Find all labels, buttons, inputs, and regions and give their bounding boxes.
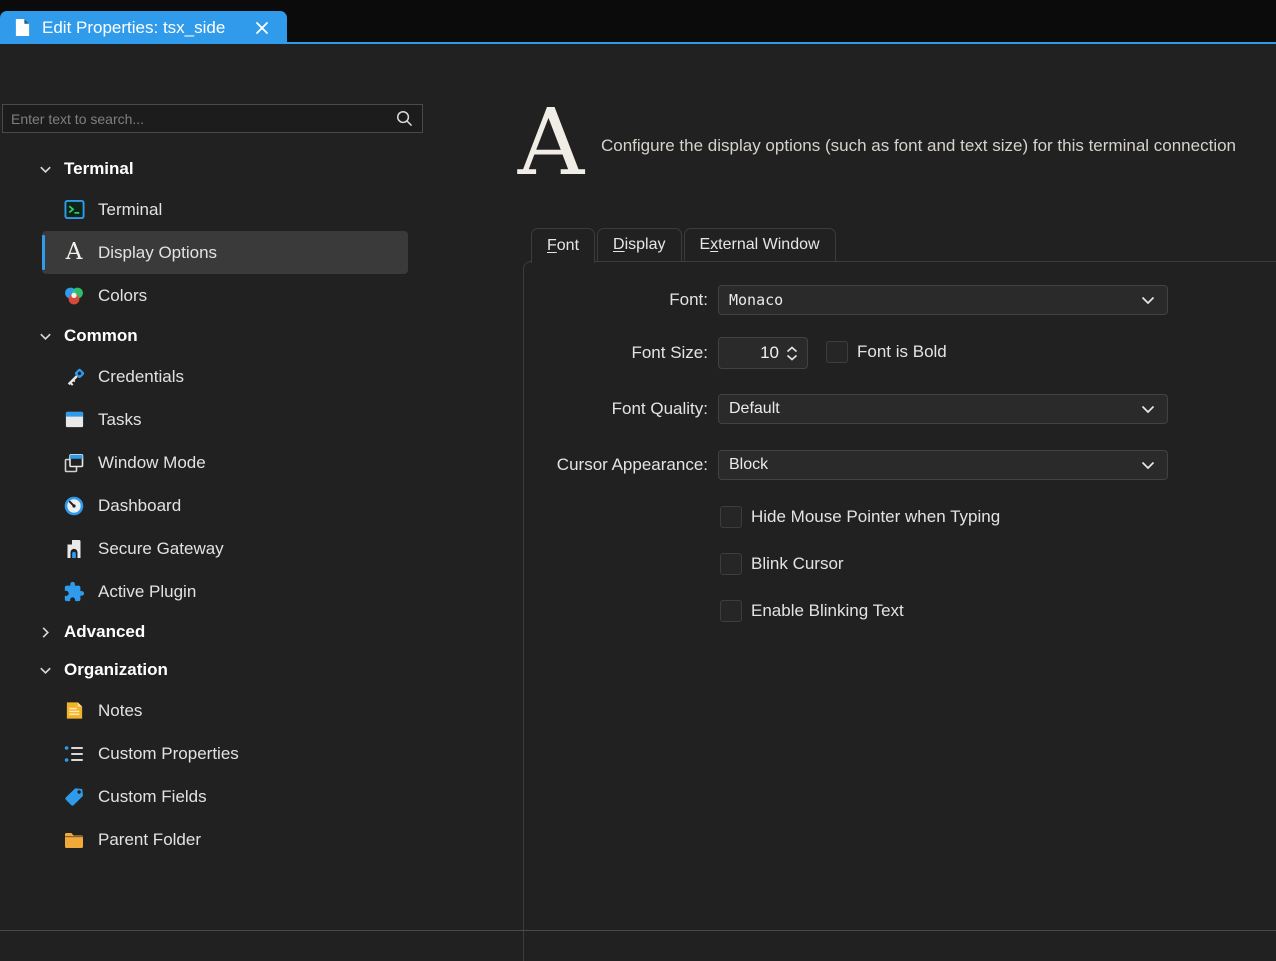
enable-blinking-text-row: Enable Blinking Text [720, 600, 904, 622]
blink-cursor-label: Blink Cursor [751, 554, 844, 573]
settings-tree: Terminal Terminal A Display Options Colo… [0, 150, 430, 861]
cursor-appearance-value: Block [729, 456, 769, 473]
sidebar-item-custom-fields[interactable]: Custom Fields [42, 775, 408, 818]
sidebar-item-tasks[interactable]: Tasks [42, 398, 408, 441]
custom-fields-icon [62, 785, 86, 809]
parent-folder-icon [62, 828, 86, 852]
sidebar-search [2, 104, 423, 133]
tree-group-organization[interactable]: Organization [0, 651, 430, 689]
tree-item-label: Active Plugin [98, 581, 197, 601]
font-quality-value: Default [729, 400, 780, 417]
sidebar-item-parent-folder[interactable]: Parent Folder [42, 818, 408, 861]
font-is-bold-label: Font is Bold [857, 342, 947, 361]
page-description: Configure the display options (such as f… [601, 136, 1237, 155]
panel-tabs: Font Display External Window [531, 228, 836, 263]
tree-item-label: Custom Properties [98, 743, 239, 763]
display-options-header-icon: A [517, 89, 585, 196]
search-input[interactable] [3, 110, 395, 127]
colors-icon [62, 284, 86, 308]
chevron-down-icon [40, 333, 51, 340]
sidebar-item-window-mode[interactable]: Window Mode [42, 441, 408, 484]
chevron-up-icon[interactable] [786, 345, 798, 353]
sidebar-item-credentials[interactable]: Credentials [42, 355, 408, 398]
tree-group-terminal[interactable]: Terminal [0, 150, 430, 188]
sidebar-item-dashboard[interactable]: Dashboard [42, 484, 408, 527]
active-plugin-icon [62, 580, 86, 604]
search-icon[interactable] [395, 109, 414, 128]
tree-group-label: Organization [64, 660, 168, 679]
cursor-appearance-select[interactable]: Block [718, 450, 1168, 480]
custom-properties-icon [62, 742, 86, 766]
tree-group-label: Terminal [64, 159, 134, 178]
tree-item-label: Window Mode [98, 452, 206, 472]
tree-group-common[interactable]: Common [0, 317, 430, 355]
tree-item-label: Parent Folder [98, 829, 201, 849]
tab-external-window[interactable]: External Window [683, 228, 836, 261]
sidebar-item-custom-properties[interactable]: Custom Properties [42, 732, 408, 775]
tree-item-label: Tasks [98, 409, 142, 429]
window-mode-icon [62, 451, 86, 475]
tree-group-label: Common [64, 326, 138, 345]
sidebar-item-display-options[interactable]: A Display Options [42, 231, 408, 274]
font-is-bold-row: Font is Bold [826, 341, 947, 363]
hide-mouse-pointer-row: Hide Mouse Pointer when Typing [720, 506, 1000, 528]
tree-item-label: Credentials [98, 366, 184, 386]
font-size-stepper[interactable]: 10 [718, 337, 808, 369]
chevron-down-icon [1141, 405, 1155, 414]
sidebar-item-terminal[interactable]: Terminal [42, 188, 408, 231]
chevron-down-icon [1141, 461, 1155, 470]
tree-item-label: Terminal [98, 199, 163, 219]
tree-item-label: Colors [98, 285, 148, 305]
tree-group-advanced[interactable]: Advanced [0, 613, 430, 651]
chevron-down-icon [1141, 296, 1155, 305]
notes-icon [62, 699, 86, 723]
close-icon[interactable] [251, 17, 273, 39]
chevron-down-icon [40, 166, 51, 173]
credentials-icon [62, 365, 86, 389]
font-select-value: Monaco [729, 291, 784, 309]
display-options-icon: A [65, 239, 83, 265]
blink-cursor-checkbox[interactable] [720, 553, 742, 575]
stepper-arrows[interactable] [786, 345, 798, 361]
document-icon [15, 19, 30, 36]
blink-cursor-row: Blink Cursor [720, 553, 844, 575]
tree-group-label: Advanced [64, 622, 146, 641]
sidebar-item-secure-gateway[interactable]: Secure Gateway [42, 527, 408, 570]
tree-item-label: Secure Gateway [98, 538, 224, 558]
chevron-right-icon [42, 626, 49, 638]
terminal-icon [62, 198, 86, 222]
secure-gateway-icon [62, 537, 86, 561]
font-label: Font: [669, 290, 708, 309]
tree-item-label: Display Options [98, 242, 218, 262]
enable-blinking-text-checkbox[interactable] [720, 600, 742, 622]
sidebar-item-notes[interactable]: Notes [42, 689, 408, 732]
tree-item-label: Custom Fields [98, 786, 207, 806]
window-tab-edit-properties[interactable]: Edit Properties: tsx_side [0, 11, 287, 44]
font-size-value: 10 [760, 343, 779, 362]
chevron-down-icon[interactable] [786, 354, 798, 361]
chevron-down-icon [40, 667, 51, 674]
sidebar-item-active-plugin[interactable]: Active Plugin [42, 570, 408, 613]
font-quality-label: Font Quality: [611, 399, 708, 418]
font-quality-select[interactable]: Default [718, 394, 1168, 424]
enable-blinking-text-label: Enable Blinking Text [751, 601, 904, 620]
font-select[interactable]: Monaco [718, 285, 1168, 315]
tree-item-label: Notes [98, 700, 143, 720]
hide-mouse-pointer-label: Hide Mouse Pointer when Typing [751, 507, 1001, 526]
window-tab-strip: Edit Properties: tsx_side [0, 0, 1276, 44]
tree-item-label: Dashboard [98, 495, 182, 515]
dashboard-icon [62, 494, 86, 518]
tab-font[interactable]: Font [531, 228, 596, 263]
tab-display[interactable]: Display [597, 228, 682, 261]
font-size-label: Font Size: [631, 343, 708, 362]
sidebar-item-colors[interactable]: Colors [42, 274, 408, 317]
cursor-appearance-label: Cursor Appearance: [556, 455, 708, 474]
font-is-bold-checkbox[interactable] [826, 341, 848, 363]
hide-mouse-pointer-checkbox[interactable] [720, 506, 742, 528]
window-tab-title: Edit Properties: tsx_side [42, 17, 226, 37]
tasks-icon [62, 408, 86, 432]
